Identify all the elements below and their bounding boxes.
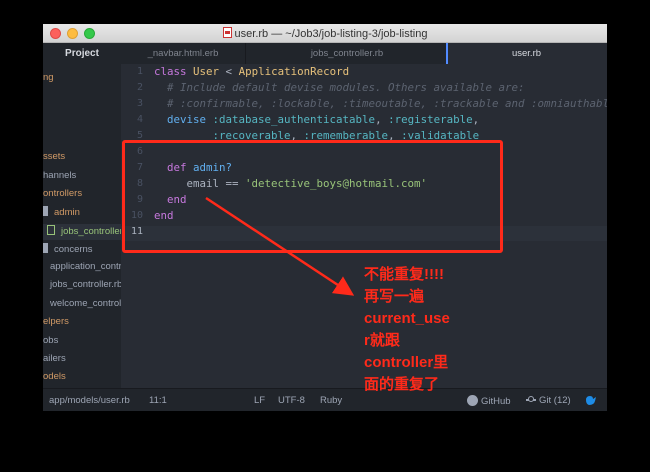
annotation-line: r就跟 (364, 332, 400, 349)
annotation-line: controller里 (364, 354, 449, 371)
annotation-line: 不能重复!!!! (364, 266, 444, 283)
annotation-note: 不能重复!!!! 再写一遍 current_use r就跟 controller… (364, 264, 484, 396)
annotation-line: 面的重复了 (364, 376, 440, 393)
annotation-line: current_use (364, 310, 450, 327)
annotation-arrow (205, 196, 355, 296)
annotation-line: 再写一遍 (364, 288, 425, 305)
